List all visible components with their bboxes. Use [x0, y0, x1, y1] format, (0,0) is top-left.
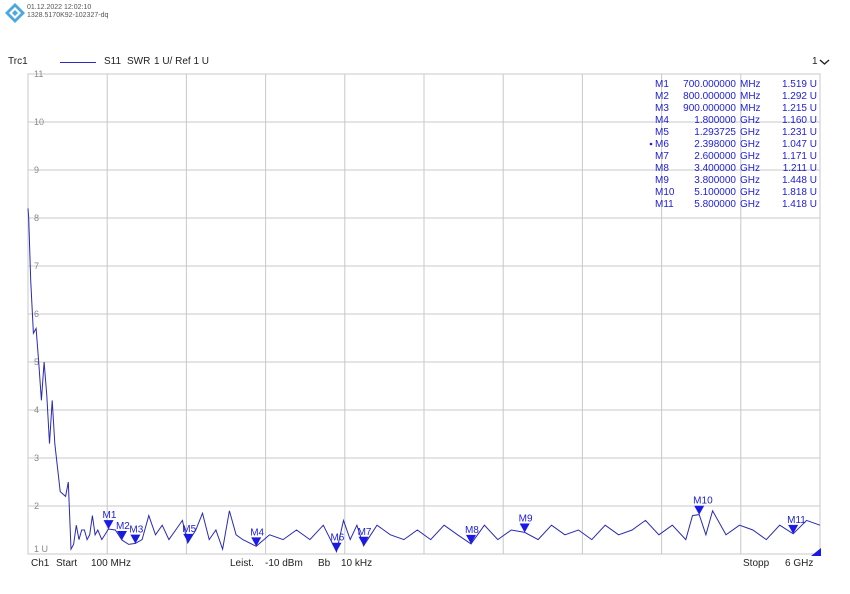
- marker-table-value: 1.231 U: [782, 127, 817, 138]
- y-tick-label: 2: [34, 501, 39, 511]
- marker-table-name: M6: [655, 139, 669, 150]
- marker-triangle: [788, 524, 799, 534]
- marker-table-unit: GHz: [740, 175, 760, 186]
- marker-table-name: M1: [655, 79, 669, 90]
- marker-table: M1 700.000000 MHz 1.519 U M2 800.000000 MHz 1.2…: [649, 79, 817, 210]
- footer-start-label: Start: [56, 558, 78, 569]
- marker-triangle: [694, 505, 705, 515]
- marker-table-freq: 1.293725: [694, 127, 736, 138]
- marker-label: M10: [693, 496, 713, 507]
- stop-edge-marker: [811, 548, 821, 556]
- marker-table-value: 1.047 U: [782, 139, 817, 150]
- y-tick-label: 4: [34, 405, 39, 415]
- marker-label: M9: [519, 513, 533, 524]
- marker-table-freq: 5.800000: [694, 199, 736, 210]
- marker-table-name: M9: [655, 175, 669, 186]
- marker-table-unit: GHz: [740, 115, 760, 126]
- marker-table-unit: MHz: [740, 79, 761, 90]
- marker-triangle: [331, 542, 342, 552]
- marker-table-name: M11: [655, 199, 674, 210]
- marker-triangle: [130, 534, 141, 544]
- marker-table-freq: 1.800000: [694, 115, 736, 126]
- marker-label: M1: [103, 510, 117, 521]
- marker-triangle: [519, 523, 530, 533]
- footer-power-label: Leist.: [230, 558, 254, 569]
- marker-label: M11: [787, 515, 806, 526]
- y-tick-label: 6: [34, 309, 39, 319]
- footer-stop-value[interactable]: 6 GHz: [785, 558, 813, 569]
- marker-table-value: 1.215 U: [782, 103, 817, 114]
- marker-table-name: M8: [655, 163, 669, 174]
- y-tick-label: 10: [34, 117, 44, 127]
- marker-table-name: M7: [655, 151, 669, 162]
- marker-label: M3: [129, 525, 143, 536]
- footer-channel[interactable]: Ch1: [31, 558, 49, 569]
- y-tick-label: 3: [34, 453, 39, 463]
- marker-flags: M1M2 M3 M4 M5 M6 M7 M8 M9 M10 M11: [103, 496, 806, 552]
- swr-chart: 1110987654321 U M1M2 M3 M4M5M6M7 M8M9M10M11…: [27, 69, 821, 556]
- marker-table-name: M10: [655, 187, 675, 198]
- marker-table-name: M3: [655, 103, 669, 114]
- y-tick-label: 9: [34, 165, 39, 175]
- marker-table-freq: 2.600000: [694, 151, 736, 162]
- footer-bw-value[interactable]: 10 kHz: [341, 558, 372, 569]
- footer-stop-label: Stopp: [743, 558, 770, 569]
- marker-table-unit: GHz: [740, 127, 760, 138]
- marker-table-value: 1.160 U: [782, 115, 817, 126]
- marker-table-freq: 900.000000: [683, 103, 736, 114]
- marker-label: M6: [330, 533, 344, 544]
- marker-label: M2: [116, 521, 130, 532]
- marker-table-freq: 5.100000: [694, 187, 736, 198]
- footer-power-value[interactable]: -10 dBm: [265, 558, 303, 569]
- marker-table-unit: GHz: [740, 151, 760, 162]
- footer-bar: Ch1 Start 100 MHz Leist. -10 dBm Bb 10 k…: [0, 556, 850, 572]
- y-tick-label: 7: [34, 261, 39, 271]
- marker-table-value: 1.211 U: [783, 163, 817, 174]
- marker-table-unit: GHz: [740, 139, 760, 150]
- marker-table-freq: 700.000000: [683, 79, 736, 90]
- y-tick-label: 8: [34, 213, 39, 223]
- marker-table-name: M4: [655, 115, 669, 126]
- y-tick-labels: 1110987654321 U: [34, 69, 48, 554]
- marker-table-value: 1.171 U: [782, 151, 817, 162]
- marker-table-freq: 800.000000: [683, 91, 736, 102]
- marker-label: M5: [182, 524, 196, 535]
- marker-table-value: 1.292 U: [782, 91, 817, 102]
- marker-table-unit: MHz: [740, 91, 761, 102]
- marker-triangle: [183, 533, 194, 543]
- footer-bw-label: Bb: [318, 558, 331, 569]
- marker-table-name: M5: [655, 127, 669, 138]
- marker-table-value: 1.418 U: [782, 199, 817, 210]
- marker-label: M4: [250, 527, 264, 538]
- footer-start-value[interactable]: 100 MHz: [91, 558, 131, 569]
- marker-table-unit: GHz: [740, 187, 760, 198]
- y-tick-label: 11: [34, 69, 43, 79]
- marker-table-freq: 3.800000: [694, 175, 736, 186]
- marker-table-value: 1.818 U: [782, 187, 817, 198]
- marker-table-unit: GHz: [740, 163, 760, 174]
- marker-table-freq: 3.400000: [694, 163, 736, 174]
- marker-table-freq: 2.398000: [694, 139, 736, 150]
- marker-label: M7: [358, 527, 372, 538]
- marker-label: M8: [465, 525, 479, 536]
- marker-triangle: [103, 520, 114, 530]
- marker-table-unit: GHz: [740, 199, 760, 210]
- active-marker-dot: [649, 142, 653, 146]
- marker-table-name: M2: [655, 91, 669, 102]
- marker-table-unit: MHz: [740, 103, 761, 114]
- y-tick-label: 1 U: [34, 544, 48, 554]
- marker-table-value: 1.448 U: [782, 175, 817, 186]
- marker-table-value: 1.519 U: [782, 79, 817, 90]
